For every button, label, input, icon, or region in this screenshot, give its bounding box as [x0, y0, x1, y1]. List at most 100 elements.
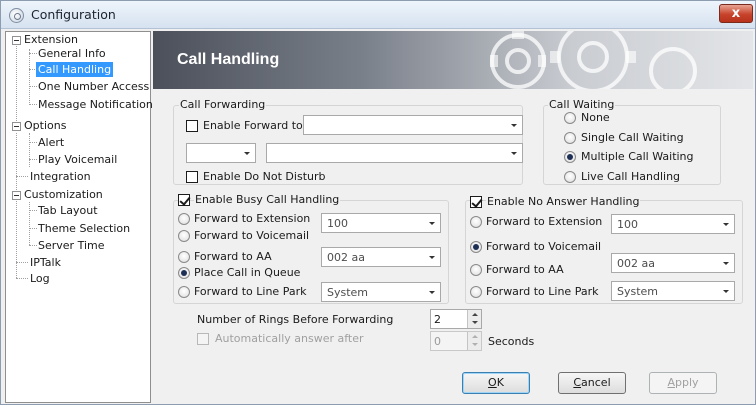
tree-item-message-notification[interactable]: Message Notification	[38, 97, 153, 112]
tree-connector	[29, 202, 30, 245]
tree-item-extension[interactable]: Extension	[24, 32, 78, 47]
tree-item-server-time[interactable]: Server Time	[38, 238, 105, 253]
busy-aa-dropdown[interactable]: 002 aa	[321, 247, 441, 267]
tree-item-theme-selection[interactable]: Theme Selection	[38, 221, 130, 236]
banner-title: Call Handling	[177, 51, 280, 68]
tree-item-call-handling[interactable]: Call Handling	[36, 62, 114, 77]
tree-connector	[29, 49, 30, 105]
busy-aa-label: Forward to AA	[194, 250, 272, 263]
busy-aa-radio[interactable]	[178, 251, 190, 263]
window-title: Configuration	[31, 7, 116, 22]
auto-answer-value: 0	[434, 335, 441, 348]
call-waiting-single-radio[interactable]	[564, 132, 576, 144]
chevron-down-icon	[723, 223, 729, 226]
auto-answer-stepper[interactable]: 0	[430, 331, 482, 351]
no-answer-voicemail-label: Forward to Voicemail	[486, 240, 602, 253]
forward-to-dropdown[interactable]	[303, 115, 523, 135]
stepper-down-icon	[472, 321, 478, 324]
tree-item-customization[interactable]: Customization	[24, 187, 103, 202]
no-answer-extension-value: 100	[617, 218, 638, 231]
tree-item-general-info[interactable]: General Info	[38, 46, 106, 61]
tree-item-play-voicemail[interactable]: Play Voicemail	[38, 152, 117, 167]
enable-busy-label: Enable Busy Call Handling	[194, 193, 341, 206]
tree-item-options[interactable]: Options	[24, 118, 66, 133]
chevron-down-icon	[723, 262, 729, 265]
apply-button-accesskey: A	[667, 376, 675, 389]
tree-connector	[16, 262, 28, 263]
call-waiting-multiple-radio[interactable]	[564, 151, 576, 163]
navigation-tree: Extension General Info Call Handling One…	[5, 31, 153, 403]
enable-no-answer-label: Enable No Answer Handling	[486, 195, 641, 208]
busy-voicemail-radio[interactable]	[178, 230, 190, 242]
busy-line-park-dropdown[interactable]: System	[321, 282, 441, 302]
no-answer-extension-dropdown[interactable]: 100	[611, 214, 735, 234]
app-icon	[9, 8, 24, 23]
enable-busy-checkbox[interactable]	[178, 194, 190, 206]
auto-answer-checkbox[interactable]	[197, 333, 209, 345]
apply-button[interactable]: Apply	[649, 372, 717, 394]
no-answer-extension-radio[interactable]	[470, 216, 482, 228]
chevron-down-icon	[244, 152, 250, 155]
tree-connector	[16, 176, 28, 177]
no-answer-line-park-dropdown[interactable]: System	[611, 281, 735, 301]
collapse-icon[interactable]	[12, 122, 21, 131]
busy-line-park-label: Forward to Line Park	[194, 285, 307, 298]
forward-prefix-dropdown[interactable]	[186, 143, 256, 163]
cancel-button-accesskey: C	[573, 376, 582, 389]
ok-button-label: K	[496, 376, 504, 389]
tree-connector	[16, 44, 17, 129]
tree-item-one-number-access[interactable]: One Number Access	[38, 79, 149, 94]
no-answer-voicemail-radio[interactable]	[470, 241, 482, 253]
auto-answer-stepper-buttons[interactable]	[467, 332, 481, 350]
configuration-window: Configuration x Extension General Info C…	[0, 0, 756, 405]
close-button[interactable]: x	[719, 4, 753, 23]
no-answer-aa-value: 002 aa	[617, 257, 655, 270]
tree-item-tab-layout[interactable]: Tab Layout	[38, 203, 98, 218]
no-answer-line-park-radio[interactable]	[470, 286, 482, 298]
no-answer-line-park-label: Forward to Line Park	[486, 285, 599, 298]
rings-stepper-buttons[interactable]	[467, 310, 481, 328]
rings-stepper[interactable]: 2	[430, 309, 482, 329]
stepper-down-icon	[472, 343, 478, 346]
tree-item-alert[interactable]: Alert	[38, 135, 64, 150]
busy-line-park-value: System	[327, 286, 369, 299]
tree-connector	[29, 104, 37, 105]
chevron-down-icon	[511, 152, 517, 155]
rings-label: Number of Rings Before Forwarding	[197, 313, 394, 326]
call-waiting-live-radio[interactable]	[564, 171, 576, 183]
busy-extension-label: Forward to Extension	[194, 212, 311, 225]
enable-dnd-checkbox[interactable]	[186, 171, 198, 183]
ok-button[interactable]: OK	[462, 372, 530, 394]
tree-item-integration[interactable]: Integration	[30, 169, 91, 184]
busy-extension-radio[interactable]	[178, 213, 190, 225]
apply-button-label: pply	[675, 376, 699, 389]
collapse-icon[interactable]	[12, 36, 21, 45]
collapse-icon[interactable]	[12, 191, 21, 200]
busy-extension-dropdown[interactable]: 100	[321, 213, 441, 233]
busy-queue-radio[interactable]	[178, 267, 190, 279]
call-forwarding-label: Call Forwarding	[179, 98, 267, 111]
no-answer-aa-radio[interactable]	[470, 264, 482, 276]
busy-aa-value: 002 aa	[327, 251, 365, 264]
call-waiting-single-label: Single Call Waiting	[581, 131, 684, 144]
busy-line-park-radio[interactable]	[178, 286, 190, 298]
cancel-button[interactable]: Cancel	[558, 372, 626, 394]
call-waiting-multiple-label: Multiple Call Waiting	[581, 150, 694, 163]
tree-connector	[29, 228, 37, 229]
tree-item-iptalk[interactable]: IPTalk	[30, 255, 61, 270]
forward-number-dropdown[interactable]	[266, 143, 523, 163]
tree-connector	[29, 159, 37, 160]
tree-connector	[16, 278, 28, 279]
rings-value: 2	[434, 313, 441, 326]
no-answer-aa-label: Forward to AA	[486, 263, 564, 276]
seconds-label: Seconds	[488, 335, 535, 348]
enable-no-answer-checkbox[interactable]	[470, 196, 482, 208]
enable-forward-checkbox[interactable]	[186, 120, 198, 132]
no-answer-aa-dropdown[interactable]: 002 aa	[611, 253, 735, 273]
no-answer-line-park-value: System	[617, 285, 659, 298]
no-answer-extension-label: Forward to Extension	[486, 215, 603, 228]
call-waiting-none-radio[interactable]	[564, 112, 576, 124]
tree-item-log[interactable]: Log	[30, 271, 50, 286]
tree-connector	[16, 133, 17, 278]
header-banner: Call Handling	[153, 31, 753, 89]
